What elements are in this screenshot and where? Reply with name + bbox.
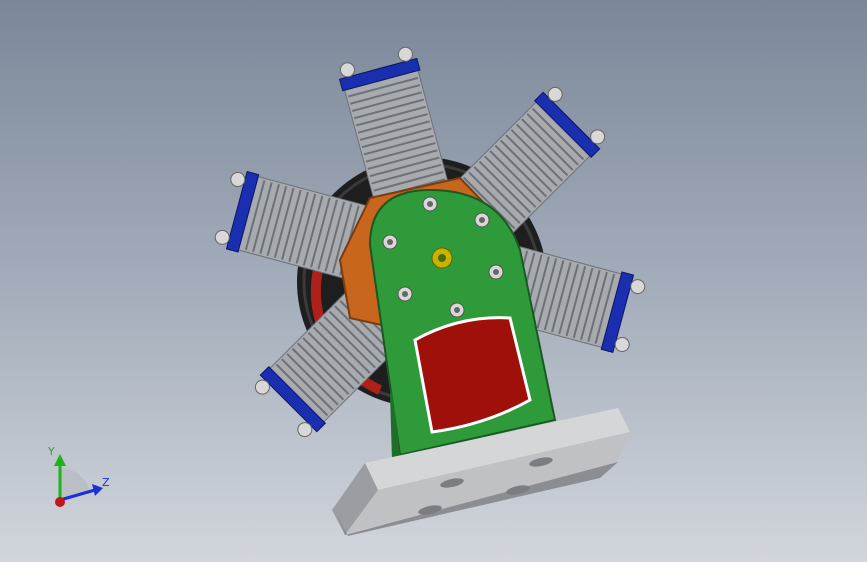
engine-model[interactable]: [0, 0, 867, 562]
y-axis-label: Y: [48, 445, 55, 458]
z-axis-label: Z: [102, 476, 110, 489]
coordinate-triad: Y Z: [40, 440, 120, 520]
cad-viewport[interactable]: Y Z: [0, 0, 867, 562]
crankshaft: [431, 247, 453, 269]
x-axis-icon: [55, 497, 65, 507]
